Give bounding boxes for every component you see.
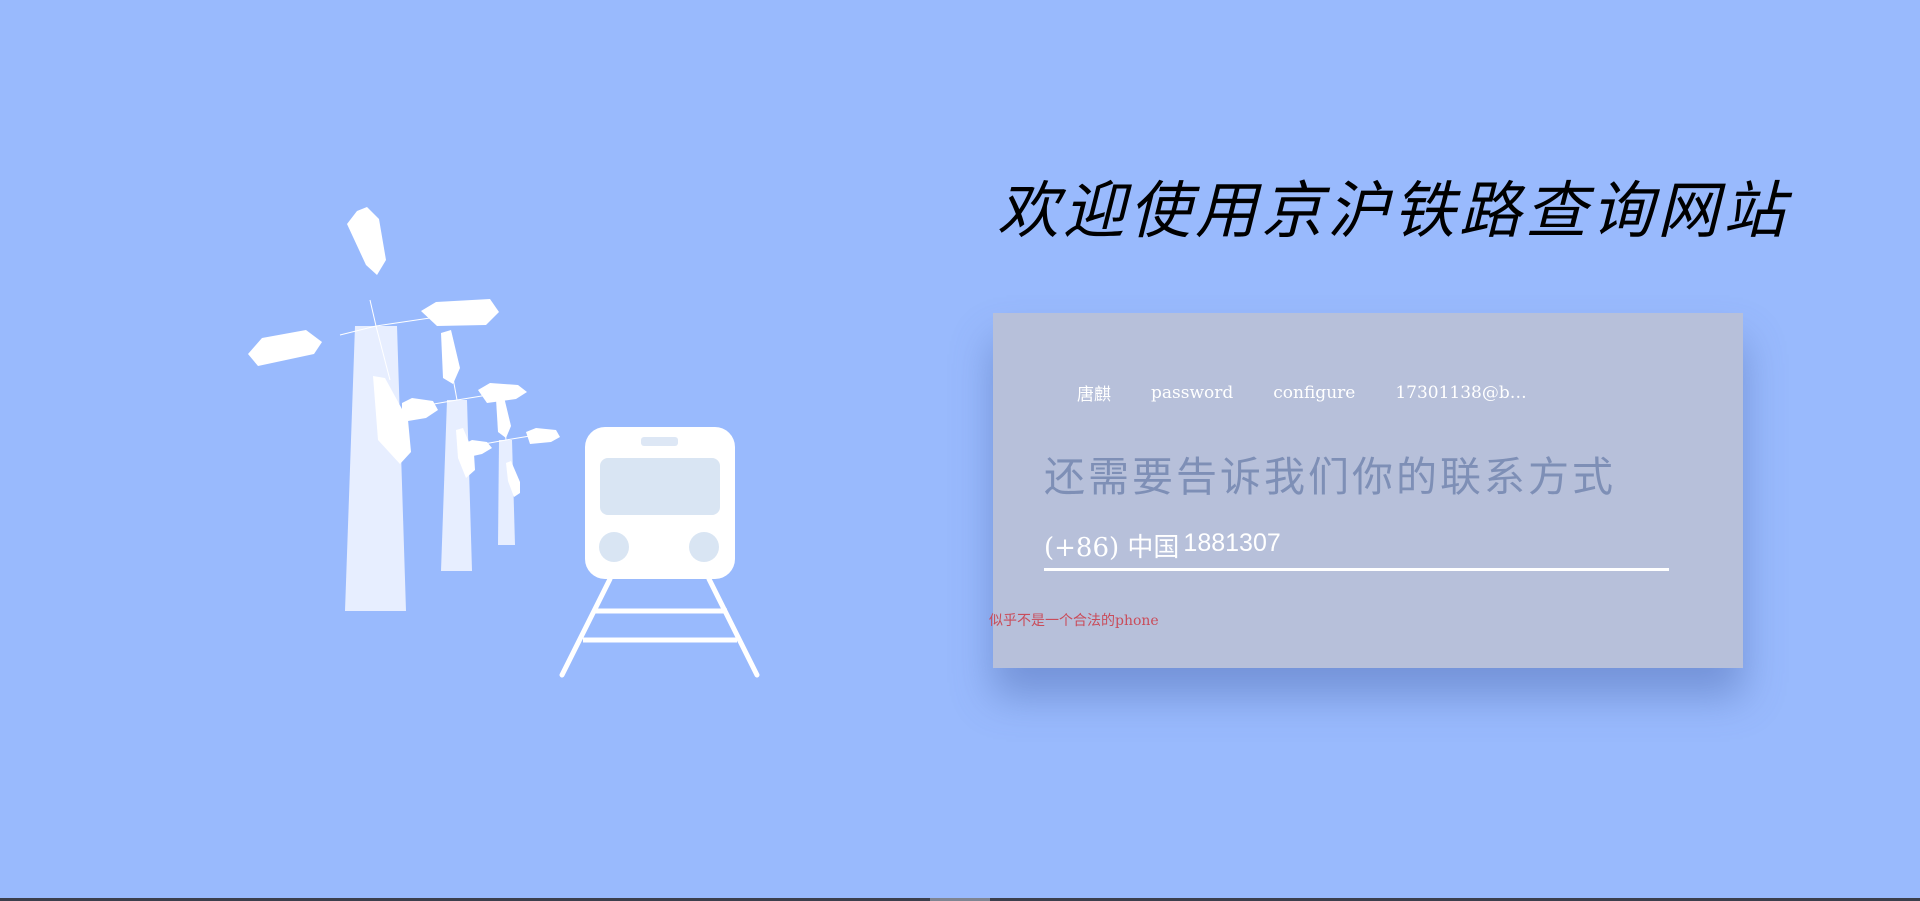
- country-code-prefix[interactable]: (+86) 中国: [1044, 527, 1179, 568]
- train-icon: [559, 427, 760, 678]
- contact-question: 还需要告诉我们你的联系方式: [1044, 453, 1616, 501]
- windmill-train-illustration: [248, 207, 760, 678]
- page-title: 欢迎使用京沪铁路查询网站: [997, 174, 1790, 247]
- page: 欢迎使用京沪铁路查询网站 唐麒 password configure 17301…: [0, 0, 1920, 901]
- phone-field: (+86) 中国: [1044, 524, 1669, 571]
- step-password[interactable]: password: [1151, 383, 1233, 403]
- phone-error-message: 似乎不是一个合法的phone: [989, 613, 1159, 629]
- step-username[interactable]: 唐麒: [1077, 380, 1111, 405]
- phone-input[interactable]: [1183, 524, 1669, 568]
- step-email[interactable]: 17301138@b…: [1395, 383, 1526, 403]
- registration-card: 唐麒 password configure 17301138@b… 还需要告诉我…: [989, 313, 1743, 668]
- windmill-small: [464, 397, 560, 545]
- step-configure[interactable]: configure: [1273, 383, 1355, 403]
- step-breadcrumb: 唐麒 password configure 17301138@b…: [1077, 380, 1527, 406]
